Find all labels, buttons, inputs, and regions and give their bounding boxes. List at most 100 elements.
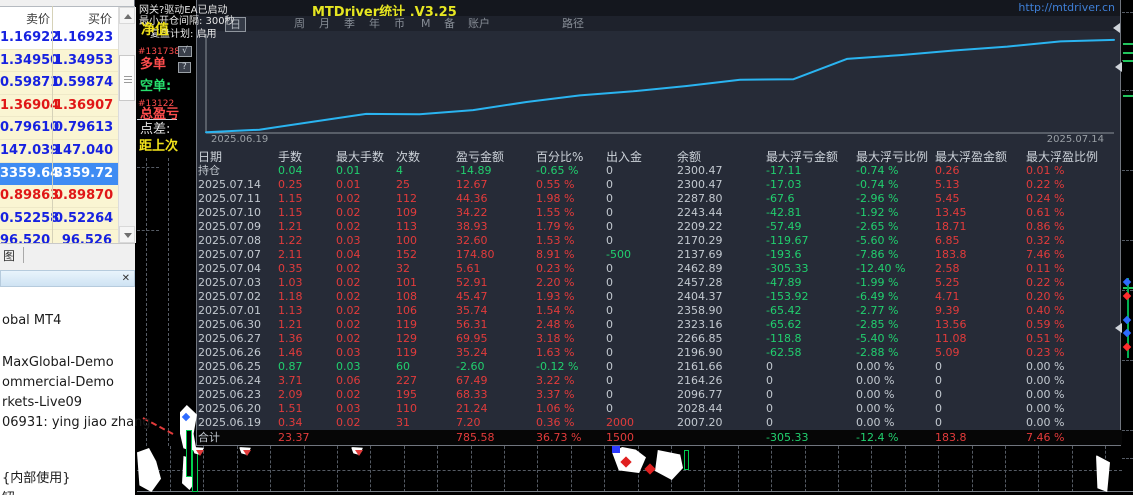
quote-row[interactable]: 1.16922 1.16923 bbox=[0, 27, 118, 50]
column-header[interactable]: 次数 bbox=[396, 150, 420, 164]
quote-row[interactable]: 0.89863 0.89870 bbox=[0, 185, 118, 208]
column-header[interactable]: 出入金 bbox=[606, 150, 642, 164]
table-row[interactable]: 2025.06.23 2.09 0.02 195 68.33 3.37 % 0 2096.77… bbox=[197, 388, 1122, 402]
column-header[interactable]: 日期 bbox=[198, 150, 222, 164]
table-row[interactable]: 2025.06.27 1.36 0.02 129 69.95 3.18 % 0 2266.85… bbox=[197, 332, 1122, 346]
sell-price-cell[interactable]: 3359.64 bbox=[0, 166, 59, 181]
account-tree-item[interactable]: ommercial-Demo bbox=[2, 375, 114, 390]
stats-menu-bar: 日周月季年币 M 备账户 路径 bbox=[197, 16, 1120, 32]
table-row[interactable]: 2025.06.19 0.34 0.02 31 7.20 0.36 % 2000 2007.2… bbox=[197, 416, 1122, 430]
table-cell: 1.03 bbox=[278, 276, 303, 289]
total-cell: 7.46 % bbox=[1026, 431, 1065, 444]
buy-price-cell[interactable]: 3359.72 bbox=[54, 166, 113, 181]
spread-label: 点差: bbox=[140, 122, 171, 137]
table-row[interactable]: 2025.07.01 1.13 0.02 106 35.74 1.54 % 0 2358.90… bbox=[197, 304, 1122, 318]
sell-price-cell[interactable]: 0.52258 bbox=[0, 211, 59, 226]
help-button[interactable]: ? bbox=[178, 62, 191, 73]
table-cell: 2164.26 bbox=[677, 374, 723, 387]
column-header[interactable]: 余额 bbox=[677, 150, 701, 164]
column-header[interactable]: 最大浮盈比例 bbox=[1026, 150, 1098, 164]
tab-chart[interactable]: 图 bbox=[3, 247, 25, 264]
table-cell: 2300.47 bbox=[677, 164, 723, 177]
column-header[interactable]: 最大浮亏金额 bbox=[766, 150, 838, 164]
quote-row[interactable]: 1.36904 1.36907 bbox=[0, 94, 118, 118]
buy-price-header[interactable]: 买价 bbox=[54, 10, 112, 27]
table-cell: -17.03 bbox=[766, 178, 802, 191]
table-row[interactable]: 2025.07.08 1.22 0.03 100 32.60 1.53 % 0 2170.29… bbox=[197, 234, 1122, 248]
account-tree-item[interactable]: MaxGlobal-Demo bbox=[2, 355, 114, 370]
table-row[interactable]: 持仓 0.04 0.01 4 -14.89 -0.65 % 0 2300.47 -17.11 -0… bbox=[197, 164, 1122, 178]
account-tree-item[interactable]: 钮 bbox=[2, 491, 15, 495]
buy-price-cell[interactable]: 0.52264 bbox=[54, 211, 113, 226]
buy-price-cell[interactable]: 1.16923 bbox=[54, 30, 113, 45]
sell-price-header[interactable]: 卖价 bbox=[0, 10, 50, 27]
close-icon[interactable]: ✕ bbox=[122, 273, 130, 284]
column-header[interactable]: 手数 bbox=[278, 150, 302, 164]
buy-price-cell[interactable]: 0.59874 bbox=[54, 75, 113, 90]
scroll-down-button[interactable] bbox=[119, 226, 135, 243]
quote-row[interactable]: 3359.64 3359.72 bbox=[0, 162, 118, 186]
table-cell: 0 bbox=[606, 178, 613, 191]
table-row[interactable]: 2025.07.04 0.35 0.02 32 5.61 0.23 % 0 2462.89 -3… bbox=[197, 262, 1122, 276]
table-row[interactable]: 2025.07.09 1.21 0.02 113 38.93 1.79 % 0 2209.22… bbox=[197, 220, 1122, 234]
column-header[interactable]: 最大浮盈金额 bbox=[935, 150, 1007, 164]
column-header[interactable]: 百分比% bbox=[536, 150, 583, 164]
buy-price-cell[interactable]: 0.89870 bbox=[54, 188, 113, 203]
scrollbar-thumb[interactable] bbox=[119, 55, 135, 101]
sell-price-cell[interactable]: 1.36904 bbox=[0, 98, 59, 113]
buy-price-cell[interactable]: 0.79613 bbox=[54, 120, 113, 135]
sell-price-cell[interactable]: 1.34950 bbox=[0, 53, 59, 68]
quote-row[interactable]: 147.039 147.040 bbox=[0, 139, 118, 163]
table-row[interactable]: 2025.06.26 1.46 0.03 119 35.24 1.63 % 0 2196.90… bbox=[197, 346, 1122, 360]
sell-price-cell[interactable]: 147.039 bbox=[0, 143, 59, 158]
quote-row[interactable]: 0.52258 0.52264 bbox=[0, 207, 118, 231]
menu-item-10[interactable]: 路径 bbox=[562, 17, 584, 30]
menu-item-3[interactable]: 月 bbox=[319, 17, 330, 30]
table-row[interactable]: 2025.07.07 2.11 0.04 152 174.80 8.91 % -500 213… bbox=[197, 248, 1122, 262]
table-cell: 0.02 bbox=[336, 318, 361, 331]
column-header[interactable]: 盈亏金额 bbox=[456, 150, 504, 164]
table-row[interactable]: 2025.07.02 1.18 0.02 108 45.47 1.93 % 0 2404.37… bbox=[197, 290, 1122, 304]
buy-price-cell[interactable]: 1.36907 bbox=[54, 98, 113, 113]
table-row[interactable]: 2025.07.14 0.25 0.01 25 12.67 0.55 % 0 2300.47 -… bbox=[197, 178, 1122, 192]
table-row[interactable]: 2025.06.20 1.51 0.03 110 21.24 1.06 % 0 2028.44… bbox=[197, 402, 1122, 416]
quote-row[interactable]: 0.59871 0.59874 bbox=[0, 72, 118, 95]
table-row[interactable]: 2025.07.03 1.03 0.02 101 52.91 2.20 % 0 2457.28… bbox=[197, 276, 1122, 290]
buy-price-cell[interactable]: 1.34953 bbox=[54, 53, 113, 68]
buy-price-cell[interactable]: 147.040 bbox=[54, 143, 113, 158]
table-row[interactable]: 2025.06.30 1.21 0.02 119 56.31 2.48 % 0 2323.16… bbox=[197, 318, 1122, 332]
quote-scrollbar[interactable] bbox=[118, 7, 136, 243]
sell-price-cell[interactable]: 0.59871 bbox=[0, 75, 59, 90]
quote-row[interactable]: 0.79610 0.79613 bbox=[0, 117, 118, 140]
table-cell: 5.25 bbox=[935, 276, 960, 289]
accounts-list: obal MT4 MaxGlobal-Demo ommercial-Demo rket… bbox=[0, 287, 151, 495]
menu-item-6[interactable]: 币 bbox=[394, 17, 405, 30]
account-tree-item[interactable]: rkets-Live09 bbox=[2, 395, 82, 410]
quote-row[interactable]: 1.34950 1.34953 bbox=[0, 49, 118, 73]
menu-item-7[interactable]: M bbox=[421, 17, 431, 30]
sell-price-cell[interactable]: 0.89863 bbox=[0, 188, 59, 203]
table-row[interactable]: 2025.07.11 1.15 0.02 112 44.36 1.98 % 0 2287.80… bbox=[197, 192, 1122, 206]
account-tree-item[interactable]: obal MT4 bbox=[2, 313, 61, 328]
check-button[interactable]: √ bbox=[178, 46, 192, 57]
account-tree-item[interactable]: 06931: ying jiao zhang bbox=[2, 415, 151, 430]
menu-item-9[interactable]: 账户 bbox=[468, 17, 490, 30]
table-row[interactable]: 2025.06.24 3.71 0.06 227 67.49 3.22 % 0 2164.26… bbox=[197, 374, 1122, 388]
menu-item-5[interactable]: 年 bbox=[369, 17, 380, 30]
table-row[interactable]: 2025.06.25 0.87 0.03 60 -2.60 -0.12 % 0 2161.66… bbox=[197, 360, 1122, 374]
total-cell: 23.37 bbox=[278, 431, 310, 444]
table-row[interactable]: 2025.07.10 1.15 0.02 109 34.22 1.55 % 0 2243.44… bbox=[197, 206, 1122, 220]
column-header[interactable]: 最大手数 bbox=[336, 150, 384, 164]
mtdriver-url-link[interactable]: http://mtdriver.cn bbox=[1018, 1, 1115, 14]
scroll-up-button[interactable] bbox=[119, 7, 135, 24]
sell-price-cell[interactable]: 1.16922 bbox=[0, 30, 59, 45]
menu-item-2[interactable]: 周 bbox=[294, 17, 305, 30]
menu-item-8[interactable]: 备 bbox=[444, 17, 455, 30]
table-cell: -5.60 % bbox=[856, 234, 899, 247]
column-header[interactable]: 最大浮亏比例 bbox=[856, 150, 928, 164]
account-tree-item[interactable]: {内部使用} bbox=[2, 471, 71, 486]
sell-price-cell[interactable]: 0.79610 bbox=[0, 120, 59, 135]
menu-item-4[interactable]: 季 bbox=[344, 17, 355, 30]
table-cell: 227 bbox=[396, 374, 417, 387]
table-cell: 2025.06.24 bbox=[198, 374, 261, 387]
